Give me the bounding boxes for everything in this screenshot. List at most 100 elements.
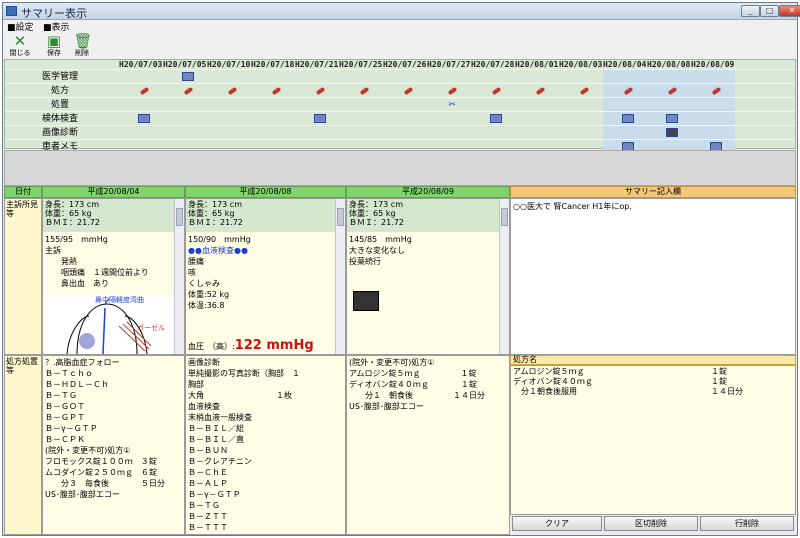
findings-col-1[interactable]: 身長：173 cm 体重：65 kg ＢＭＩ：21.72 155/95 mmHg… <box>42 198 185 355</box>
grid-cell <box>342 126 386 140</box>
delete-row-button[interactable]: 行削除 <box>700 516 794 531</box>
grid-cell <box>166 98 210 112</box>
text-line: ？.高脂血症フォロー <box>45 358 120 367</box>
grid-row-label: 処方 <box>50 86 69 96</box>
orders-col-2[interactable]: 画像診断 単純撮影の写真診断（胸部 １ 胸部 大角 １枚 血液検査 末梢血液一般検査 Ｂ－Ｂ… <box>185 355 346 535</box>
text-line: US･腹部･腹部エコー <box>349 402 424 411</box>
text-line: (院外・変更不可)処方① <box>349 358 435 367</box>
grid-cell <box>122 98 166 112</box>
xray-thumbnail[interactable] <box>353 291 379 311</box>
save-button[interactable]: ▣ 保存 <box>41 32 67 60</box>
lab-book-icon <box>666 114 678 123</box>
grid-cell[interactable] <box>166 70 210 84</box>
grid-cell[interactable] <box>518 84 562 98</box>
grid-cell <box>694 112 738 126</box>
grid-cell <box>342 98 386 112</box>
scrollbar-3[interactable] <box>499 199 509 354</box>
grid-cell[interactable]: ✂ <box>430 98 474 112</box>
grid-cell[interactable] <box>430 84 474 98</box>
nasal-sketch: 鼻中隔軽度湾曲 ガーゼル <box>47 296 173 354</box>
clear-button[interactable]: クリア <box>512 516 602 531</box>
grid-cell[interactable] <box>694 84 738 98</box>
orders-col-3[interactable]: (院外・変更不可)処方① アムロジン錠５ｍｇ １錠 ディオバン錠４０ｍｇ １錠 分１… <box>346 355 510 535</box>
findings-label: 主訴所見等 <box>4 198 42 355</box>
close-window-button[interactable]: ✕ <box>779 5 800 17</box>
text-line: 咽頭痛 １週間位前より <box>45 268 149 277</box>
grid-cell <box>386 98 430 112</box>
pill-icon <box>403 86 413 95</box>
grid-cell[interactable] <box>562 84 606 98</box>
pill-icon <box>535 86 545 95</box>
grid-cell[interactable] <box>166 84 210 98</box>
text-line: 分１ 朝食後 １４日分 <box>349 391 485 400</box>
delete-button[interactable]: 🗑 削除 <box>69 32 95 60</box>
grid-row: 処方 <box>5 83 795 97</box>
prescription-list[interactable]: アムロジン錠５ｍｇ １錠 ディオバン錠４０ｍｇ １錠 分１朝食後服用 １４日分 <box>510 365 796 515</box>
grid-cell <box>430 126 474 140</box>
toolbar: ✕ 閉じる ▣ 保存 🗑 削除 <box>3 31 797 61</box>
grid-date-2: H20/07/10 <box>207 60 251 69</box>
scrollbar-1[interactable] <box>174 199 184 354</box>
text-line: 鼻出血 あり <box>45 279 109 288</box>
grid-cell[interactable] <box>650 126 694 140</box>
close-button[interactable]: ✕ 閉じる <box>7 32 33 60</box>
minimize-button[interactable]: _ <box>741 5 760 17</box>
grid-cell[interactable] <box>650 112 694 126</box>
grid-cell[interactable] <box>474 112 518 126</box>
grid-date-10: H20/08/03 <box>559 60 603 69</box>
text-line: US･腹部･腹部エコー <box>45 490 120 499</box>
delete-separator-button[interactable]: 区切削除 <box>604 516 698 531</box>
prescription-row[interactable]: 分１朝食後服用 １４日分 <box>511 386 795 396</box>
drug-name: ディオバン錠４０ｍｇ <box>513 377 593 386</box>
grid-cell <box>386 112 430 126</box>
grid-cell[interactable] <box>606 84 650 98</box>
date-header-3[interactable]: 平成20/08/09 <box>346 186 510 198</box>
pill-icon <box>227 86 237 95</box>
orders-label: 処方処置等 <box>4 355 42 535</box>
grid-cell[interactable] <box>606 112 650 126</box>
grid-cell <box>562 70 606 84</box>
prescription-row[interactable]: アムロジン錠５ｍｇ １錠 <box>511 366 795 376</box>
orders-col-1[interactable]: ？.高脂血症フォロー Ｂ－Ｔｃｈｏ Ｂ－ＨＤＬ－Ｃｈ Ｂ－ＴＧ Ｂ－ＧＯＴ Ｂ－ＧＰＴ Ｂ－… <box>42 355 185 535</box>
prescription-row[interactable]: ディオバン錠４０ｍｇ １錠 <box>511 376 795 386</box>
grid-cell[interactable] <box>254 84 298 98</box>
grid-date-3: H20/07/18 <box>251 60 295 69</box>
text-line: ムコダイン錠２５０ｍｇ ６錠 <box>45 468 157 477</box>
grid-cell <box>430 112 474 126</box>
grid-cell[interactable] <box>122 112 166 126</box>
grid-cell[interactable] <box>210 84 254 98</box>
date-header-1[interactable]: 平成20/08/04 <box>42 186 185 198</box>
maximize-button[interactable]: □ <box>760 5 779 17</box>
vitals-block-1: 身長：173 cm 体重：65 kg ＢＭＩ：21.72 <box>43 199 174 232</box>
pill-icon <box>315 86 325 95</box>
pill-icon <box>139 86 149 95</box>
grid-date-13: H20/08/09 <box>691 60 735 69</box>
summary-textarea[interactable]: ○○医大で 腎Cancer H1年にop. <box>510 198 796 355</box>
lab-book-icon <box>490 114 502 123</box>
grid-cell <box>210 70 254 84</box>
grid-cell[interactable] <box>298 112 342 126</box>
trash-icon: 🗑 <box>73 32 93 50</box>
text-line: 末梢血液一般検査 <box>188 413 252 422</box>
vitals-block-3: 身長：173 cm 体重：65 kg ＢＭＩ：21.72 <box>347 199 499 232</box>
findings-col-3[interactable]: 身長：173 cm 体重：65 kg ＢＭＩ：21.72 145/85 mmHg… <box>346 198 510 355</box>
grid-cell[interactable] <box>122 84 166 98</box>
grid-cell <box>694 98 738 112</box>
grid-row-label: 検体検査 <box>41 114 78 124</box>
scrollbar-2[interactable] <box>335 199 345 354</box>
grid-cell[interactable] <box>474 84 518 98</box>
grid-cell[interactable] <box>342 84 386 98</box>
date-header-2[interactable]: 平成20/08/08 <box>185 186 346 198</box>
grid-row: 画像診断 <box>5 125 795 139</box>
findings-col-2[interactable]: 身長：173 cm 体重：65 kg ＢＭＩ：21.72 150/90 mmHg… <box>185 198 346 355</box>
grid-date-6: H20/07/26 <box>383 60 427 69</box>
grid-cell <box>562 98 606 112</box>
pill-icon <box>447 86 457 95</box>
grid-cell[interactable] <box>650 84 694 98</box>
lab-book-icon <box>314 114 326 123</box>
grid-cell[interactable] <box>298 84 342 98</box>
text-line: Ｂ－ＨＤＬ－Ｃｈ <box>45 380 109 389</box>
text-line: Ｂ－ＧＯＴ <box>45 402 85 411</box>
grid-cell[interactable] <box>386 84 430 98</box>
grid-cell <box>166 126 210 140</box>
